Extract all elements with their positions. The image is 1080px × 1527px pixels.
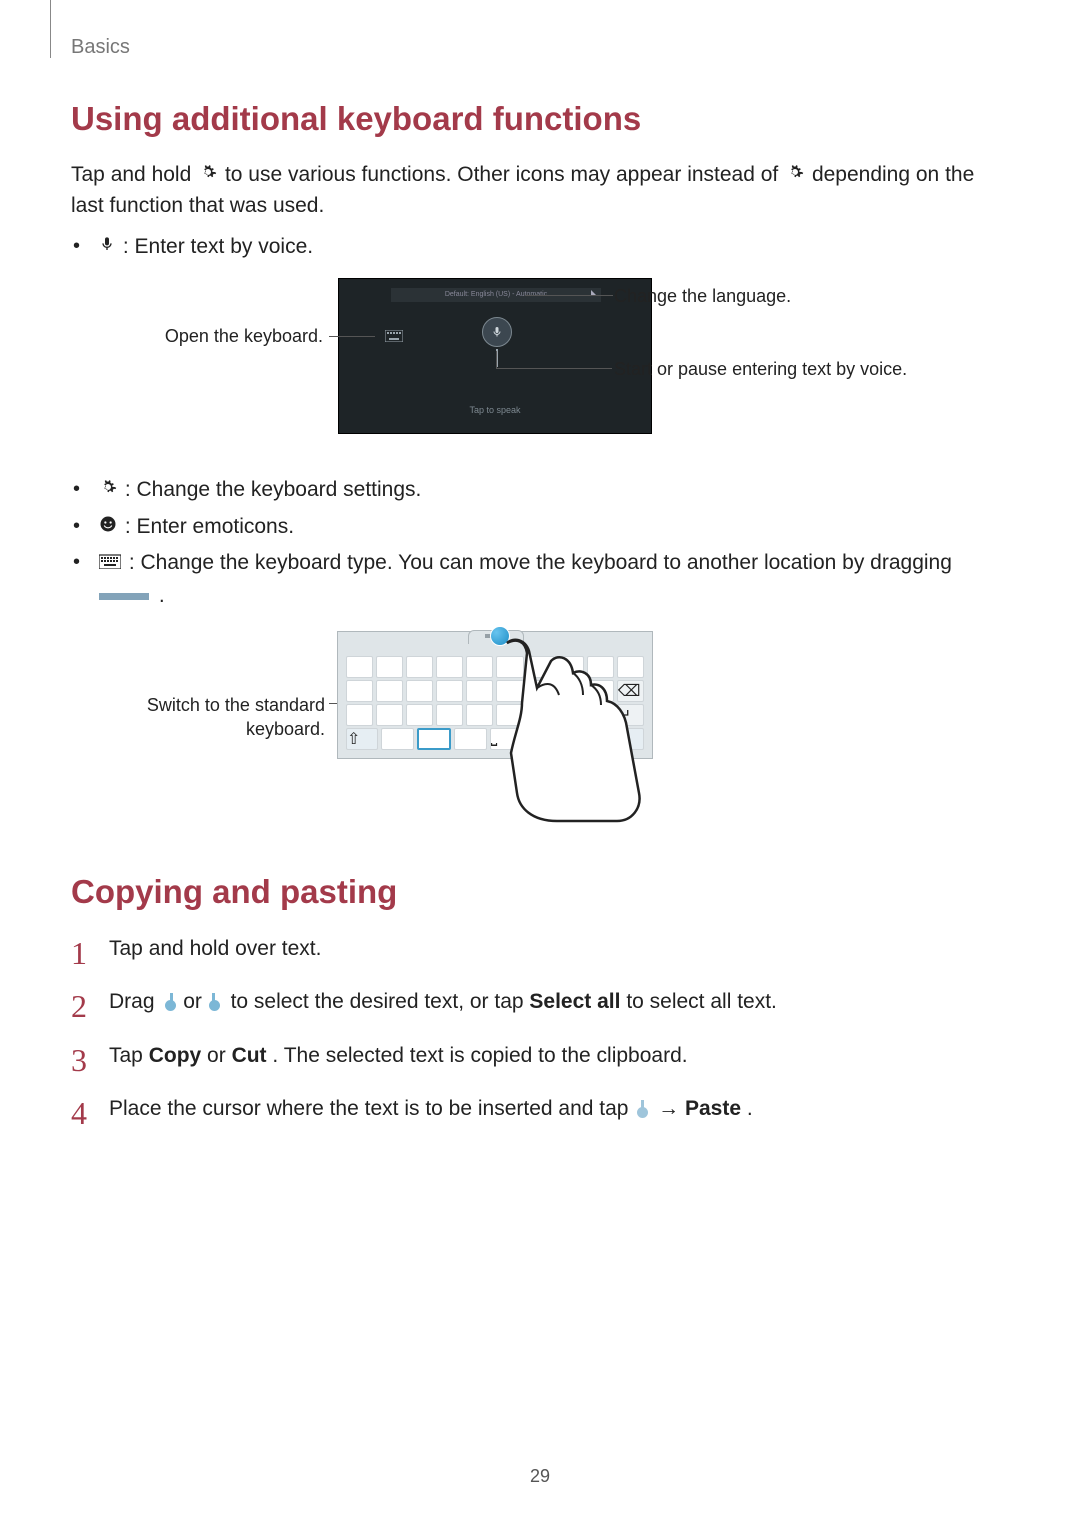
callout-switch-standard: Switch to the standard keyboard. [111, 693, 325, 742]
step-2-text-c: to select the desired text, or tap [231, 990, 530, 1013]
step-4-text-a: Place the cursor where the text is to be… [109, 1097, 634, 1120]
bullet-kbtype-text-b: . [153, 584, 165, 607]
step-2-text-e: to select all text. [626, 990, 777, 1013]
voice-input-screen: Default: English (US) - Automatic Tap to… [338, 278, 652, 434]
figure-floating-keyboard: Switch to the standard keyboard. ⌫ ↵ ⇧⎵⇧ [71, 623, 1011, 833]
step-3-text-c: or [207, 1044, 232, 1067]
breadcrumb: Basics [71, 36, 130, 59]
mic-button-icon [482, 317, 512, 347]
step-3-cut: Cut [232, 1044, 267, 1067]
open-keyboard-icon [385, 329, 403, 341]
bullet-voice-text: : Enter text by voice. [117, 235, 313, 258]
intro-paragraph: Tap and hold to use various functions. O… [71, 160, 1011, 221]
step-4-arrow: → [658, 1097, 685, 1120]
tap-to-speak-label: Tap to speak [339, 405, 651, 415]
drag-handle-icon [99, 593, 149, 600]
callout-line [496, 351, 497, 369]
step-3: 3 Tap Copy or Cut . The selected text is… [71, 1040, 1011, 1072]
figure-voice-input: Default: English (US) - Automatic Tap to… [71, 278, 1011, 448]
step-4-paste: Paste [685, 1097, 741, 1120]
step-2: 2 Drag or to select the desired text, or… [71, 986, 1011, 1018]
bullet-kbtype-text-a: : Change the keyboard type. You can move… [123, 551, 952, 574]
intro-text-a: Tap and hold [71, 163, 197, 186]
hand-illustration [467, 633, 647, 823]
step-4-text-d: . [747, 1097, 753, 1120]
callout-line [525, 295, 613, 296]
keyboard-type-icon [99, 547, 121, 580]
page-content: Using additional keyboard functions Tap … [71, 100, 1011, 1147]
step-3-copy: Copy [149, 1044, 202, 1067]
smiley-icon [99, 511, 117, 544]
callout-line [496, 368, 612, 369]
bullet-emoticons: : Enter emoticons. [97, 511, 1011, 544]
section-copying-pasting: Copying and pasting 1 Tap and hold over … [71, 873, 1011, 1125]
step-1: 1 Tap and hold over text. [71, 933, 1011, 965]
step-2-select-all: Select all [529, 990, 620, 1013]
section-heading-keyboard: Using additional keyboard functions [71, 100, 1011, 138]
switch-keyboard-key-icon [417, 728, 451, 750]
bullet-emoticons-text: : Enter emoticons. [119, 515, 294, 538]
callout-change-language: Change the language. [614, 286, 994, 307]
selection-handle-right-icon [210, 993, 223, 1011]
gear-icon [99, 474, 117, 507]
bullet-settings: : Change the keyboard settings. [97, 474, 1011, 507]
step-1-text: Tap and hold over text. [109, 937, 321, 960]
step-2-text-b: or [183, 990, 208, 1013]
intro-text-b: to use various functions. Other icons ma… [225, 163, 784, 186]
gear-icon [199, 160, 217, 190]
callout-open-keyboard: Open the keyboard. [137, 326, 323, 347]
steps-list: 1 Tap and hold over text. 2 Drag or to s… [71, 933, 1011, 1125]
cursor-handle-icon [636, 1100, 650, 1118]
step-2-text-a: Drag [109, 990, 160, 1013]
step-number: 1 [71, 929, 87, 977]
callout-start-pause: Start or pause entering text by voice. [614, 358, 994, 381]
step-3-text-a: Tap [109, 1044, 149, 1067]
microphone-icon [99, 231, 115, 264]
gear-icon [786, 160, 804, 190]
header-divider [45, 0, 51, 58]
bullet-list-1: : Enter text by voice. [71, 231, 1011, 264]
step-3-text-e: . The selected text is copied to the cli… [272, 1044, 687, 1067]
page-number: 29 [0, 1466, 1080, 1487]
bullet-voice: : Enter text by voice. [97, 231, 1011, 264]
bullet-list-2: : Change the keyboard settings. : Enter … [71, 474, 1011, 613]
step-number: 3 [71, 1036, 87, 1084]
step-4: 4 Place the cursor where the text is to … [71, 1093, 1011, 1125]
selection-handle-left-icon [162, 993, 175, 1011]
callout-line [329, 336, 375, 337]
step-number: 4 [71, 1089, 87, 1137]
section-heading-copy: Copying and pasting [71, 873, 1011, 911]
bullet-kbtype: : Change the keyboard type. You can move… [97, 547, 1011, 612]
step-number: 2 [71, 982, 87, 1030]
bullet-settings-text: : Change the keyboard settings. [119, 478, 421, 501]
